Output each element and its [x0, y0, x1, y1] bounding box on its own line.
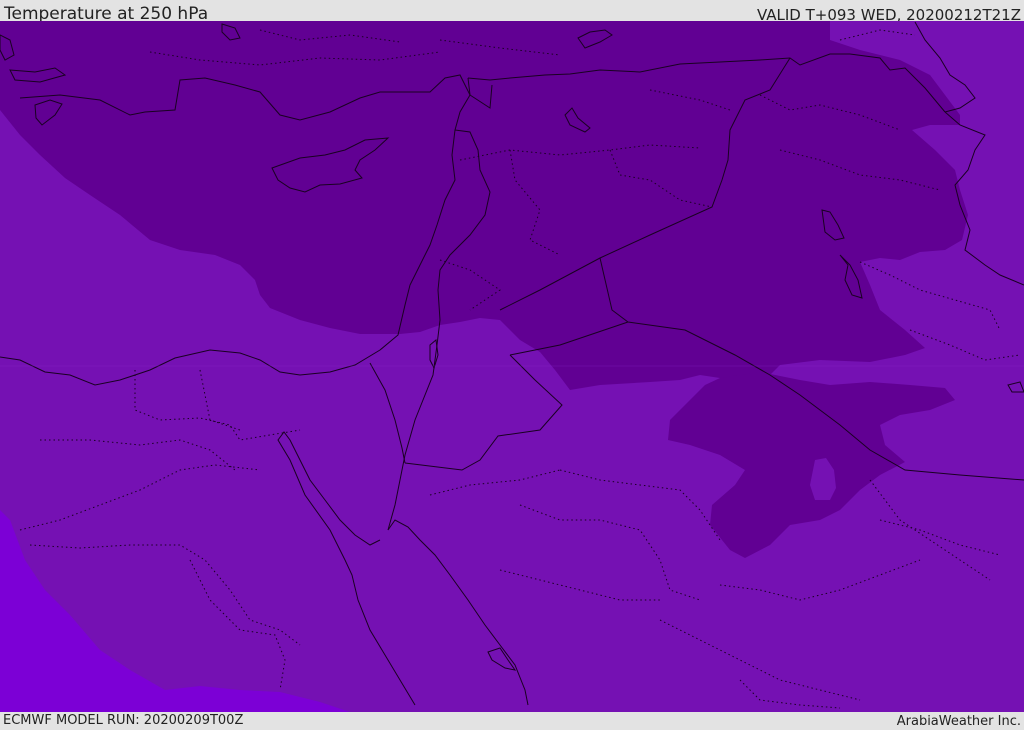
header-bar: Temperature at 250 hPa VALID T+093 WED, …: [0, 0, 1024, 24]
footer-bar: ECMWF MODEL RUN: 20200209T00Z ArabiaWeat…: [0, 712, 1024, 729]
model-run-label: ECMWF MODEL RUN: 20200209T00Z: [3, 713, 244, 728]
credit-label: ArabiaWeather Inc.: [896, 714, 1021, 729]
temperature-map[interactable]: [0, 21, 1024, 712]
